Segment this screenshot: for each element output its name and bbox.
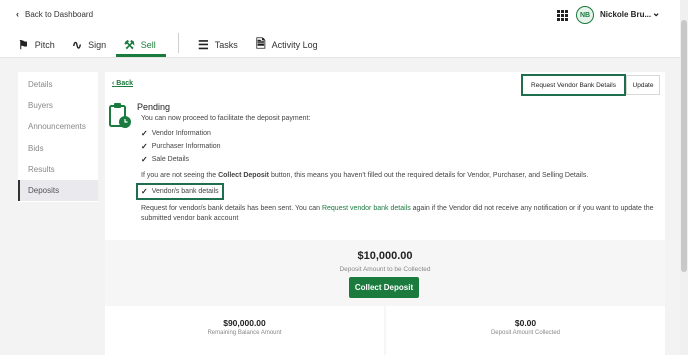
update-button[interactable]: Update — [626, 75, 660, 95]
nav-divider — [178, 33, 179, 53]
remaining-balance-card: $90,000.00 Remaining Balance Amount — [105, 306, 384, 355]
request-sent-message: Request for vendor/s bank details has be… — [141, 205, 654, 212]
deposit-intro: You can now proceed to facilitate the de… — [141, 115, 311, 122]
user-name[interactable]: Nickole Bru... — [600, 10, 651, 19]
collect-deposit-button[interactable]: Collect Deposit — [349, 277, 419, 298]
collect-note-post: button, this means you haven't filled ou… — [269, 172, 589, 179]
check-icon: ✓ — [141, 129, 148, 138]
sidebar-item-deposits[interactable]: Deposits — [18, 180, 98, 201]
tab-pitch[interactable]: ⚑ Pitch — [18, 36, 55, 54]
back-to-dashboard-link[interactable]: ‹ Back to Dashboard — [16, 9, 93, 19]
request-msg-pre: Request for vendor/s bank details has be… — [141, 205, 322, 212]
megaphone-icon: ⚑ — [18, 38, 29, 52]
sidebar-item-announcements[interactable]: Announcements — [18, 116, 98, 137]
sidebar-item-bids[interactable]: Bids — [18, 138, 98, 159]
tab-tasks-label: Tasks — [214, 40, 238, 50]
deposit-amount: $10,000.00 — [357, 250, 413, 262]
avatar[interactable]: NB — [576, 6, 594, 24]
check-icon: ✓ — [141, 142, 148, 151]
tab-sign-label: Sign — [88, 40, 107, 50]
status-title: Pending — [137, 102, 171, 112]
tab-activity-log-label: Activity Log — [271, 40, 318, 50]
checklist-item: ✓ Purchaser Information — [141, 142, 221, 151]
chevron-down-icon[interactable]: ⌄ — [652, 8, 660, 19]
gavel-icon: ⚒ — [124, 38, 135, 52]
vendor-bank-check: ✓ Vendor/s bank details — [141, 187, 219, 196]
deposit-amount-label: Deposit Amount to be Collected — [339, 266, 431, 273]
tab-sign[interactable]: ∿ Sign — [72, 36, 106, 54]
back-link-label: Back — [116, 80, 134, 87]
checklist-item-label: Vendor Information — [151, 130, 211, 137]
tab-pitch-label: Pitch — [34, 40, 55, 50]
scrollbar-thumb[interactable] — [681, 20, 687, 272]
back-to-dashboard-label: Back to Dashboard — [25, 9, 94, 19]
checklist-item-label: Sale Details — [151, 156, 190, 163]
clipboard-clock-icon — [109, 103, 131, 128]
checklist-item-label: Purchaser Information — [151, 143, 221, 150]
check-icon: ✓ — [141, 187, 148, 196]
sell-sidebar: Details Buyers Announcements Bids Result… — [18, 72, 98, 202]
collect-note-pre: If you are not seeing the — [141, 172, 219, 179]
collect-note-bold: Collect Deposit — [218, 172, 270, 179]
main-nav: ⚑ Pitch ∿ Sign ⚒ Sell ☰ Tasks 🗎 Activity… — [0, 30, 680, 58]
deposit-collected-label: Deposit Amount Collected — [490, 330, 561, 336]
chevron-left-icon: ‹ — [112, 80, 115, 87]
sidebar-item-buyers[interactable]: Buyers — [18, 95, 98, 116]
checklist-item: ✓ Sale Details — [141, 155, 189, 164]
tab-activity-log[interactable]: 🗎 Activity Log — [256, 36, 318, 54]
document-icon: 🗎 — [256, 36, 266, 51]
top-bar: ‹ Back to Dashboard NB Nickole Bru... ⌄ — [0, 0, 680, 30]
checklist-icon: ☰ — [198, 38, 209, 52]
active-tab-indicator — [116, 54, 166, 57]
request-msg-line2: submitted vendor bank account — [141, 215, 239, 222]
vendor-bank-label: Vendor/s bank details — [151, 188, 219, 195]
deposit-summary: $10,000.00 Deposit Amount to be Collecte… — [105, 240, 665, 355]
request-msg-post: again if the Vendor did not receive any … — [410, 205, 654, 212]
collect-deposit-note: If you are not seeing the Collect Deposi… — [141, 172, 588, 179]
page-scrollbar[interactable] — [680, 0, 688, 355]
deposit-collected-value: $0.00 — [514, 318, 537, 328]
sidebar-item-results[interactable]: Results — [18, 159, 98, 180]
apps-grid-icon[interactable] — [557, 10, 568, 21]
check-icon: ✓ — [141, 155, 148, 164]
deposit-collected-card: $0.00 Deposit Amount Collected — [386, 306, 665, 355]
signature-icon: ∿ — [72, 38, 83, 52]
back-link[interactable]: ‹ Back — [112, 80, 133, 87]
deposits-panel: ‹ Back Request Vendor Bank Details Updat… — [105, 72, 665, 355]
sidebar-item-details[interactable]: Details — [18, 74, 98, 95]
checklist-item: ✓ Vendor Information — [141, 129, 211, 138]
request-vendor-bank-details-button[interactable]: Request Vendor Bank Details — [521, 74, 626, 96]
tab-tasks[interactable]: ☰ Tasks — [198, 36, 238, 54]
tab-sell[interactable]: ⚒ Sell — [124, 36, 156, 54]
tab-sell-label: Sell — [140, 40, 156, 50]
remaining-balance-label: Remaining Balance Amount — [207, 330, 282, 336]
remaining-balance-value: $90,000.00 — [223, 318, 266, 328]
chevron-left-icon: ‹ — [16, 9, 19, 19]
request-vendor-bank-link[interactable]: Request vendor bank details — [322, 205, 411, 212]
